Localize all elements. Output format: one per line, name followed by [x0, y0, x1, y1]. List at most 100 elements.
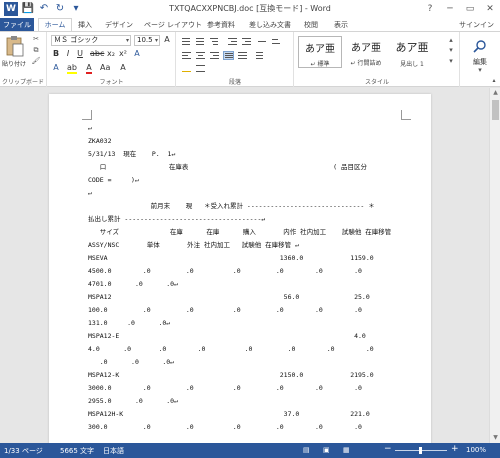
- styles-scroll-up-icon[interactable]: ▴: [446, 36, 456, 44]
- document-line[interactable]: 131.0 .0 .0↵: [88, 319, 170, 327]
- shading-icon[interactable]: [181, 64, 192, 73]
- styles-scroll-down-icon[interactable]: ▾: [446, 46, 456, 54]
- bullets-icon[interactable]: [181, 37, 192, 46]
- tab-design[interactable]: デザイン: [104, 18, 134, 31]
- scroll-up-icon[interactable]: ▲: [490, 88, 500, 98]
- text-effects-icon[interactable]: A: [51, 63, 61, 73]
- paste-icon[interactable]: [5, 35, 25, 57]
- document-line[interactable]: CODE = )↵: [88, 176, 139, 184]
- bold-icon[interactable]: B: [51, 49, 61, 59]
- restore-button[interactable]: ▭: [460, 0, 480, 18]
- redo-icon[interactable]: ↻: [54, 3, 66, 15]
- zoom-level[interactable]: 100%: [466, 446, 486, 454]
- collapse-ribbon-icon[interactable]: ▴: [489, 77, 499, 85]
- borders-icon[interactable]: [195, 64, 206, 73]
- style-heading-1[interactable]: あア亜 見出し 1: [390, 36, 434, 68]
- tab-insert[interactable]: 挿入: [76, 18, 94, 31]
- numbering-icon[interactable]: [195, 37, 206, 46]
- web-layout-icon[interactable]: ▦: [343, 446, 350, 454]
- document-line[interactable]: ASSY/NSC 単体 外注 社内加工 試験他 在庫移管 ↵: [88, 241, 299, 249]
- subscript-icon[interactable]: x₂: [106, 49, 116, 59]
- customize-qat-icon[interactable]: ▾: [70, 3, 82, 15]
- word-logo-icon[interactable]: W: [4, 2, 18, 16]
- zoom-slider-thumb[interactable]: [419, 447, 422, 454]
- document-page[interactable]: ↵ ZKA032 5/31/13 現在 P. 1↵ 口 在庫表 ( 品目区分 CODE…: [49, 94, 431, 443]
- page-count[interactable]: 1/33 ページ: [4, 446, 43, 456]
- zoom-in-button[interactable]: +: [451, 444, 459, 454]
- align-center-icon[interactable]: [195, 51, 206, 60]
- document-area[interactable]: ↵ ZKA032 5/31/13 現在 P. 1↵ 口 在庫表 ( 品目区分 CODE…: [0, 88, 489, 443]
- sign-in-link[interactable]: サインイン: [459, 20, 494, 30]
- distributed-icon[interactable]: [237, 51, 248, 60]
- minimize-button[interactable]: ─: [440, 0, 460, 18]
- document-line[interactable]: ↵: [88, 124, 92, 132]
- document-line[interactable]: 5/31/13 現在 P. 1↵: [88, 150, 175, 158]
- document-line[interactable]: .0 .0 .0↵: [88, 358, 174, 366]
- document-line[interactable]: 払出し累計 ----------------------------------…: [88, 215, 265, 223]
- strikethrough-icon[interactable]: abc: [90, 49, 104, 59]
- tab-page-layout[interactable]: ページ レイアウト: [143, 18, 203, 31]
- tab-view[interactable]: 表示: [332, 18, 350, 31]
- document-line[interactable]: MSPA12-K 2150.0 2195.0: [88, 371, 374, 379]
- italic-icon[interactable]: I: [63, 49, 73, 59]
- style-normal[interactable]: あア亜 ↵ 標準: [298, 36, 342, 68]
- align-left-icon[interactable]: [181, 51, 192, 60]
- tab-mailings[interactable]: 差し込み文書: [246, 18, 294, 31]
- document-line[interactable]: 300.0 .0 .0 .0 .0 .0 .0: [88, 423, 362, 431]
- document-line[interactable]: サイズ 在庫 在庫 購入 内作 社内加工 試験他 在庫移管: [88, 228, 392, 236]
- tab-home[interactable]: ホーム: [38, 18, 72, 31]
- character-shading-icon[interactable]: A: [118, 63, 128, 73]
- close-button[interactable]: ✕: [480, 0, 500, 18]
- document-line[interactable]: 前月末 現 ＊受入れ累計 ---------------------------…: [88, 202, 375, 210]
- save-icon[interactable]: 💾: [22, 3, 34, 15]
- underline-icon[interactable]: U: [75, 49, 85, 59]
- document-line[interactable]: 4701.0 .0 .0↵: [88, 280, 178, 288]
- language-indicator[interactable]: 日本語: [103, 446, 124, 456]
- document-line[interactable]: MSPA12-E 4.0: [88, 332, 366, 340]
- document-line[interactable]: MSPA12H-K 37.0 221.0: [88, 410, 370, 418]
- document-line[interactable]: 口 在庫表 ( 品目区分: [88, 163, 367, 171]
- document-line[interactable]: 4500.0 .0 .0 .0 .0 .0 .0: [88, 267, 362, 275]
- find-icon[interactable]: [473, 39, 487, 53]
- cut-icon[interactable]: ✂: [31, 35, 41, 43]
- vertical-scrollbar[interactable]: ▲ ▼: [489, 88, 500, 443]
- tab-file[interactable]: ファイル: [0, 18, 34, 31]
- sort-icon[interactable]: [271, 37, 282, 46]
- paste-button[interactable]: 貼り付け: [2, 59, 26, 68]
- line-spacing-icon[interactable]: [253, 51, 264, 60]
- document-line[interactable]: 2955.0 .0 .0↵: [88, 397, 178, 405]
- undo-icon[interactable]: ↶: [38, 3, 50, 15]
- font-size-select[interactable]: 10.5 ▾: [134, 35, 160, 46]
- document-line[interactable]: 4.0 .0 .0 .0 .0 .0 .0 .0: [88, 345, 374, 353]
- asian-layout-icon[interactable]: [257, 37, 268, 46]
- multilevel-list-icon[interactable]: [209, 37, 220, 46]
- increase-indent-icon[interactable]: [241, 37, 252, 46]
- document-line[interactable]: MSPA12 56.0 25.0: [88, 293, 370, 301]
- zoom-out-button[interactable]: −: [384, 444, 392, 454]
- superscript-icon[interactable]: x²: [118, 49, 128, 59]
- help-button[interactable]: ?: [420, 0, 440, 18]
- scroll-down-icon[interactable]: ▼: [490, 433, 500, 443]
- document-line[interactable]: ↵: [88, 189, 92, 197]
- document-line[interactable]: ZKA032: [88, 137, 111, 145]
- tab-review[interactable]: 校閲: [302, 18, 320, 31]
- font-color-icon[interactable]: A: [84, 63, 94, 74]
- scrollbar-thumb[interactable]: [492, 100, 499, 120]
- styles-more-icon[interactable]: ▾: [446, 57, 456, 65]
- document-line[interactable]: 100.0 .0 .0 .0 .0 .0 .0: [88, 306, 362, 314]
- clear-formatting-icon[interactable]: A: [132, 49, 142, 59]
- document-line[interactable]: 3000.0 .0 .0 .0 .0 .0 .0: [88, 384, 362, 392]
- read-mode-icon[interactable]: ▤: [303, 446, 310, 454]
- grow-font-icon[interactable]: A: [162, 35, 172, 45]
- justify-icon[interactable]: [223, 51, 234, 60]
- font-name-select[interactable]: ＭＳ ゴシック ▾: [51, 35, 131, 46]
- print-layout-icon[interactable]: ▣: [323, 446, 330, 454]
- format-painter-icon[interactable]: 🖌: [31, 57, 41, 65]
- word-count[interactable]: 5665 文字: [60, 446, 94, 456]
- change-case-icon[interactable]: Aa: [100, 63, 110, 73]
- decrease-indent-icon[interactable]: [227, 37, 238, 46]
- tab-references[interactable]: 参考資料: [206, 18, 236, 31]
- document-line[interactable]: MSEVA 1360.0 1159.0: [88, 254, 374, 262]
- style-no-spacing[interactable]: あア亜 ↵ 行間詰め: [344, 36, 388, 68]
- copy-icon[interactable]: ⧉: [31, 46, 41, 54]
